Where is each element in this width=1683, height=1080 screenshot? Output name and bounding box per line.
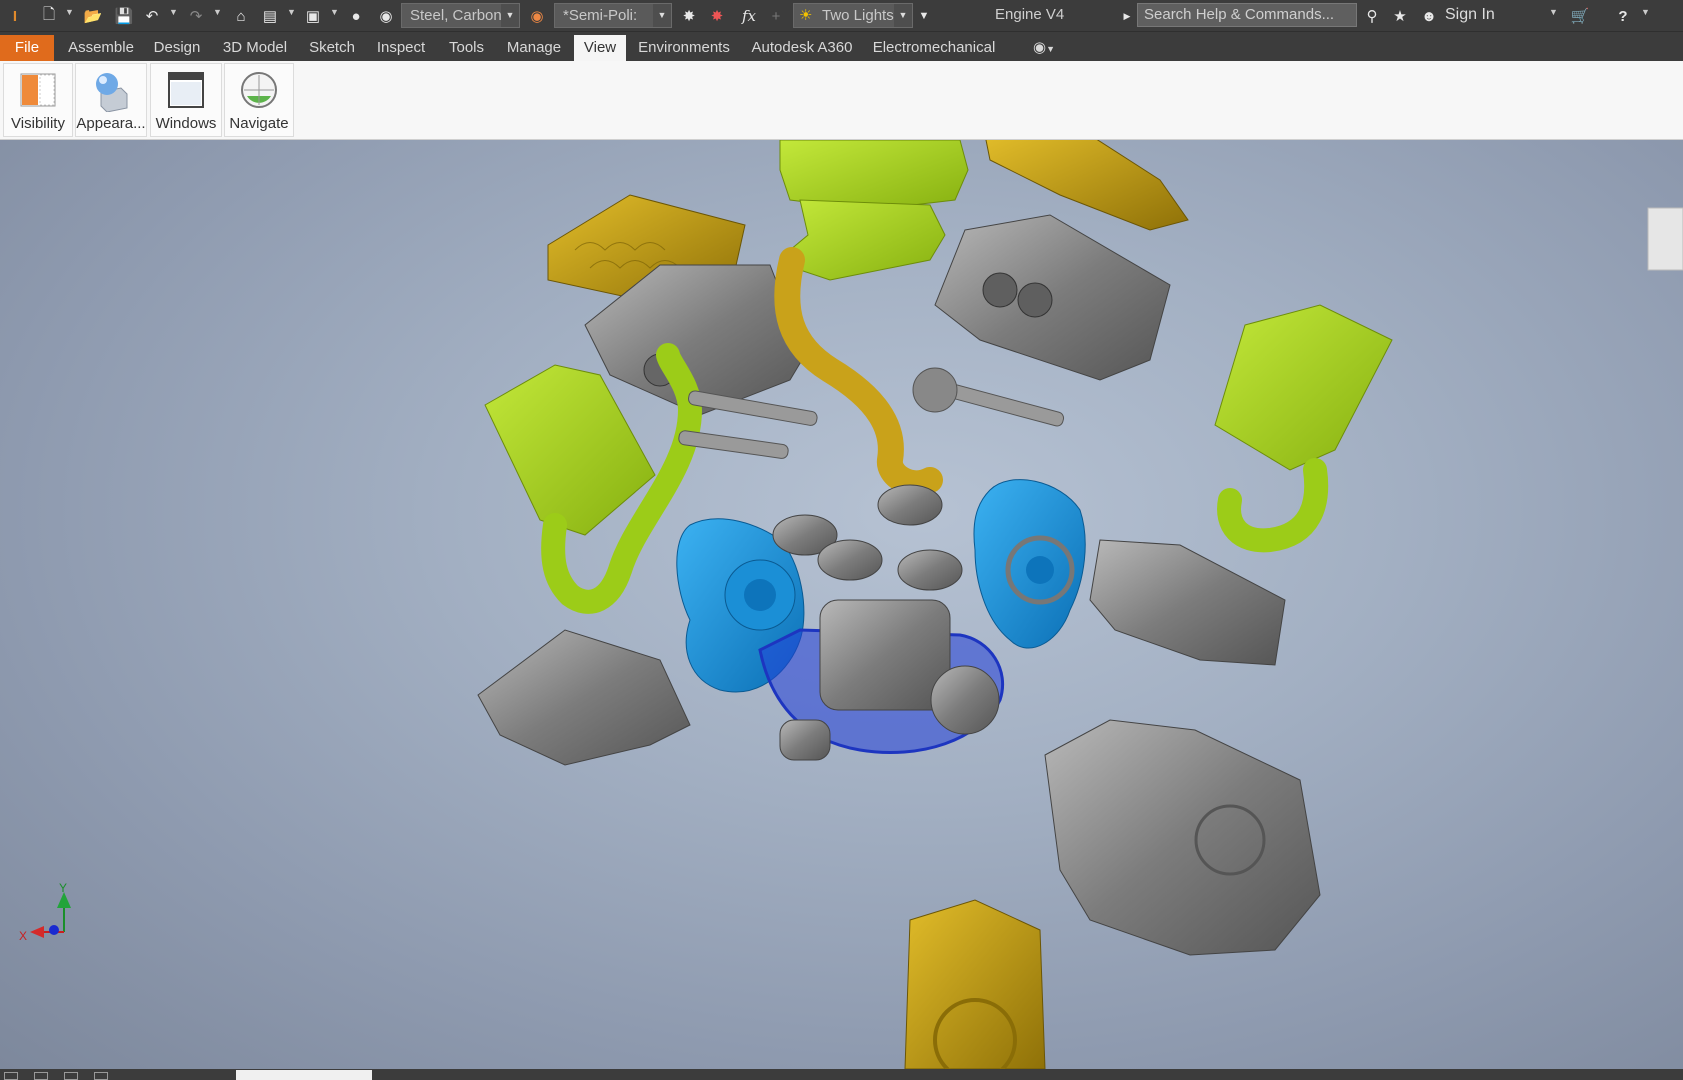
redo-dropdown-icon[interactable]: ▼ — [213, 7, 222, 17]
appearance-label: Appeara... — [76, 115, 146, 132]
material-dropdown[interactable]: Steel, Carbon ▼ — [401, 3, 520, 28]
selection-priority-icon[interactable]: ● — [345, 5, 367, 27]
visibility-button[interactable]: Visibility — [3, 63, 73, 137]
material-value: Steel, Carbon — [410, 7, 502, 24]
intake-plenum[interactable] — [779, 140, 969, 211]
document-tab-bar — [0, 1069, 1683, 1080]
arrange-icon[interactable] — [64, 1072, 78, 1080]
quick-access-toolbar: I 🗋 ▼ 📂 💾 ↶ ▼ ↷ ▼ ⌂ ▤ ▼ ▣ ▼ ● ◉ Steel, C… — [0, 0, 1683, 31]
appearance-dropdown[interactable]: *Semi-Poli: ▼ — [554, 3, 672, 28]
plus-icon[interactable]: + — [767, 5, 785, 27]
search-placeholder: Search Help & Commands... — [1144, 6, 1335, 23]
navigate-label: Navigate — [229, 115, 289, 132]
tab-design[interactable]: Design — [148, 35, 206, 62]
tab-environments[interactable]: Environments — [633, 35, 735, 62]
home-icon[interactable]: ⌂ — [230, 5, 252, 27]
projects-dropdown-icon[interactable]: ▼ — [287, 7, 296, 17]
crankcase[interactable] — [1044, 719, 1321, 956]
binoculars-icon[interactable]: ⚲ — [1362, 5, 1382, 27]
material-icon[interactable]: ◉ — [375, 5, 397, 27]
tab-file[interactable]: File — [0, 35, 54, 62]
projects-icon[interactable]: ▤ — [259, 5, 281, 27]
undo-icon[interactable]: ↶ — [141, 5, 163, 27]
triad-x-label: X — [19, 929, 27, 943]
open-icon[interactable]: 📂 — [82, 5, 104, 27]
appearance-value: *Semi-Poli: — [563, 7, 638, 24]
select-dropdown-icon[interactable]: ▼ — [330, 7, 339, 17]
document-tab[interactable] — [236, 1070, 372, 1080]
windows-list-icon[interactable] — [94, 1072, 108, 1080]
new-file-dropdown-icon[interactable]: ▼ — [65, 7, 74, 17]
oil-pan[interactable] — [904, 899, 1046, 1069]
intake-runners[interactable] — [789, 199, 946, 281]
graphics-viewport[interactable]: Y X — [0, 140, 1683, 1069]
tab-autodesk-a360[interactable]: Autodesk A360 — [747, 35, 857, 62]
tile-icon[interactable] — [4, 1072, 18, 1080]
exhaust-pipe-center[interactable] — [774, 247, 943, 497]
tab-view[interactable]: View — [574, 35, 626, 62]
tab-manage[interactable]: Manage — [501, 35, 567, 62]
chevron-down-icon: ▼ — [1046, 44, 1055, 54]
cylinder-block-right[interactable] — [1089, 539, 1286, 666]
viewcube[interactable] — [1647, 207, 1683, 271]
save-icon[interactable]: 💾 — [113, 5, 135, 27]
new-file-icon[interactable]: 🗋 — [38, 5, 60, 27]
lightbulb-icon: ☀ — [799, 7, 813, 24]
windows-icon — [168, 72, 204, 108]
triad-y-label: Y — [59, 881, 67, 895]
cart-icon[interactable]: 🛒 — [1568, 5, 1592, 27]
turbocharger-right[interactable] — [973, 479, 1086, 649]
chevron-down-icon: ▼ — [653, 4, 671, 27]
engine-assembly-model[interactable]: Y X — [0, 140, 1683, 1069]
tab-assemble[interactable]: Assemble — [62, 35, 140, 62]
navigate-button[interactable]: Navigate — [224, 63, 294, 137]
select-icon[interactable]: ▣ — [302, 5, 324, 27]
cylinder-head-right[interactable] — [934, 214, 1171, 381]
color-wheel-icon[interactable]: ◉ — [526, 5, 548, 27]
clear-appearance-icon[interactable]: ✸ — [706, 5, 728, 27]
cascade-icon[interactable] — [34, 1072, 48, 1080]
search-input[interactable]: Search Help & Commands... — [1137, 3, 1357, 27]
intercooler-right[interactable] — [1214, 304, 1393, 471]
customize-qat-icon[interactable]: ▼ — [917, 5, 931, 27]
coordinate-triad — [30, 892, 71, 938]
redo-icon[interactable]: ↷ — [185, 5, 207, 27]
windows-button[interactable]: Windows — [150, 63, 222, 137]
visibility-icon — [20, 73, 56, 107]
valve-cover-right[interactable] — [985, 140, 1189, 231]
visibility-label: Visibility — [11, 115, 65, 132]
tab-electromechanical[interactable]: Electromechanical — [868, 35, 1000, 62]
help-icon[interactable]: ? — [1612, 5, 1634, 27]
intercooler-left[interactable] — [484, 364, 656, 536]
tab-tools[interactable]: Tools — [443, 35, 490, 62]
appearance-icon — [96, 73, 128, 112]
undo-dropdown-icon[interactable]: ▼ — [169, 7, 178, 17]
ribbon-tabs: File Assemble Design 3D Model Sketch Ins… — [0, 31, 1683, 62]
star-icon[interactable]: ★ — [1390, 5, 1410, 27]
intercooler-pipe-right[interactable] — [1217, 458, 1329, 553]
appearance-button[interactable]: Appeara... — [75, 63, 147, 137]
inventor-logo-icon[interactable]: I — [6, 5, 24, 27]
help-dropdown-icon[interactable]: ▼ — [1641, 7, 1650, 17]
sign-in-dropdown-icon[interactable]: ▼ — [1549, 7, 1558, 17]
tab-inspect[interactable]: Inspect — [372, 35, 430, 62]
ribbon-panel: Visibility Appeara... Windows Navigate — [0, 61, 1683, 140]
chevron-down-icon: ▼ — [894, 4, 912, 27]
navigate-icon — [241, 72, 277, 108]
tab-overflow-toggle[interactable]: ◉▼ — [1024, 35, 1064, 62]
tab-3d-model[interactable]: 3D Model — [217, 35, 293, 62]
document-title: Engine V4 — [995, 6, 1065, 23]
chevron-down-icon: ▼ — [501, 4, 519, 27]
expand-arrow-icon[interactable]: ▶ — [1122, 5, 1132, 27]
user-icon: ☻ — [1421, 7, 1437, 25]
adjust-appearance-icon[interactable]: ✸ — [678, 5, 700, 27]
lighting-value: Two Lights — [822, 7, 894, 24]
camera-icon: ◉ — [1032, 39, 1047, 56]
tab-sketch[interactable]: Sketch — [303, 35, 361, 62]
sign-in-link[interactable]: Sign In — [1445, 6, 1495, 24]
windows-label: Windows — [155, 115, 217, 132]
cylinder-block-left[interactable] — [477, 629, 691, 766]
lighting-dropdown[interactable]: ☀ Two Lights ▼ — [793, 3, 913, 28]
parameters-icon[interactable]: fx — [738, 5, 760, 27]
